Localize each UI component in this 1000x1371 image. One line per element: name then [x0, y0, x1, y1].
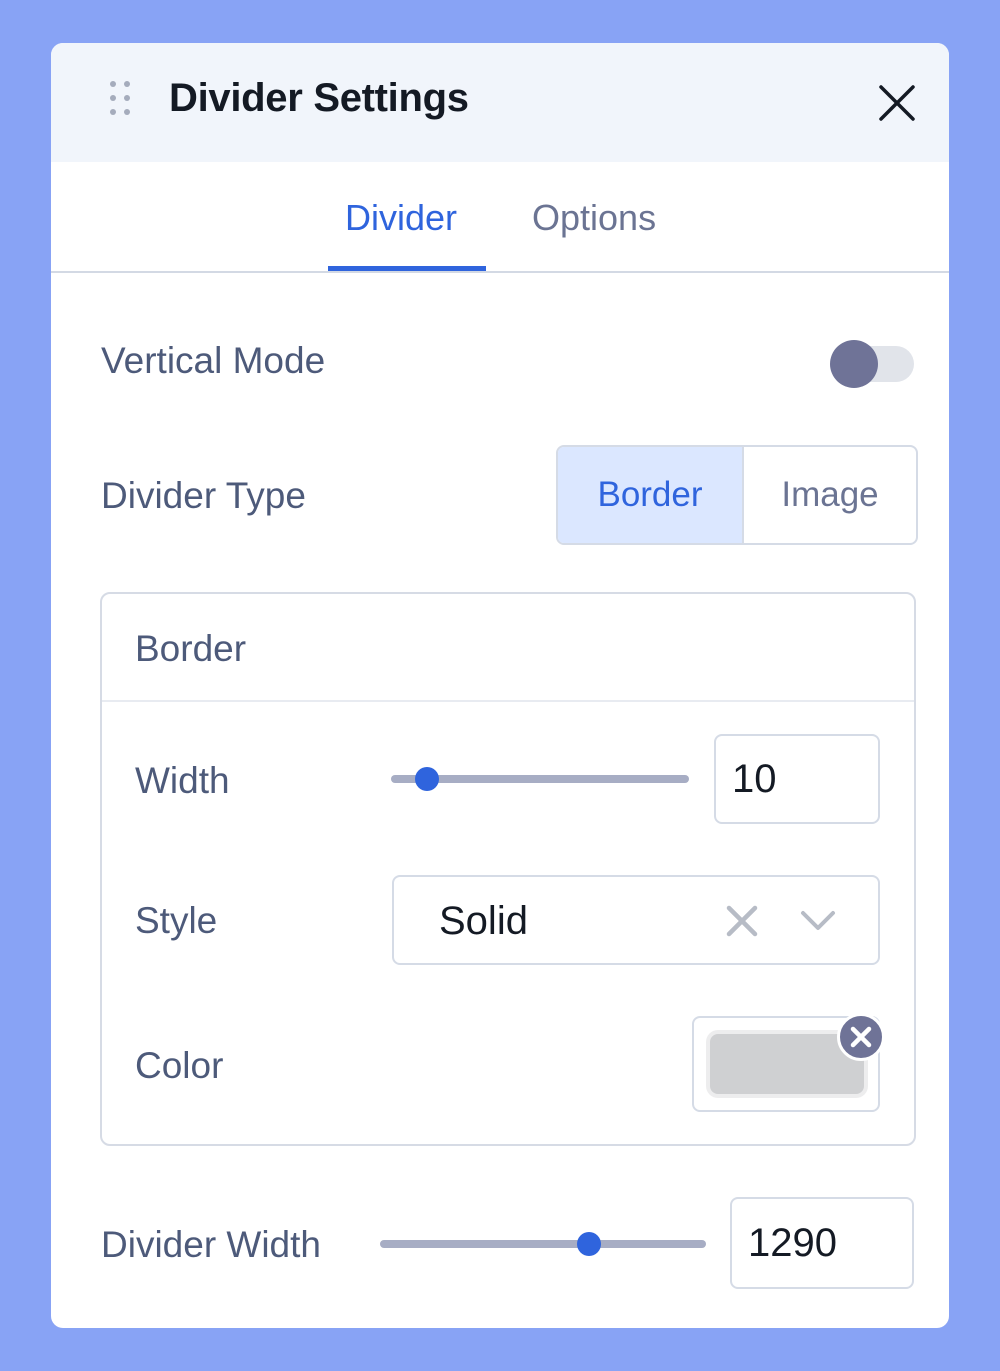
divider-type-segmented-control: Border Image — [556, 445, 918, 545]
vertical-mode-label: Vertical Mode — [101, 340, 326, 381]
chevron-down-icon[interactable] — [799, 907, 837, 935]
slider-thumb[interactable] — [576, 1232, 601, 1256]
panel-title: Divider Settings — [169, 76, 469, 120]
slider-rail — [380, 1240, 706, 1248]
divider-width-label: Divider Width — [101, 1224, 321, 1265]
border-style-label: Style — [135, 900, 218, 941]
clear-icon[interactable] — [724, 903, 760, 939]
divider-width-input[interactable] — [730, 1197, 914, 1289]
clear-color-button[interactable] — [837, 1013, 885, 1061]
border-width-label: Width — [135, 760, 230, 801]
tab-divider[interactable]: Divider — [345, 196, 457, 240]
close-button[interactable] — [875, 81, 919, 125]
divider-type-image-button[interactable]: Image — [744, 447, 916, 543]
close-icon — [879, 85, 915, 121]
slider-thumb[interactable] — [414, 767, 439, 791]
divider-type-border-button[interactable]: Border — [558, 447, 744, 543]
border-group-title: Border — [135, 628, 247, 669]
divider-type-label: Divider Type — [101, 475, 306, 516]
clear-color-icon — [850, 1026, 872, 1048]
border-width-slider[interactable] — [391, 764, 689, 794]
border-width-input[interactable] — [714, 734, 880, 824]
tab-options[interactable]: Options — [532, 196, 656, 240]
border-settings-group: Border Width Style Solid Color — [100, 592, 916, 1146]
border-style-select[interactable]: Solid — [392, 875, 880, 965]
border-color-label: Color — [135, 1045, 224, 1086]
border-group-header: Border — [102, 594, 914, 702]
drag-handle-icon[interactable] — [110, 81, 132, 117]
vertical-mode-toggle[interactable] — [830, 340, 916, 390]
divider-settings-panel: Divider Settings Divider Options Vertica… — [51, 43, 949, 1328]
border-style-value: Solid — [439, 899, 528, 943]
divider-width-slider[interactable] — [380, 1229, 706, 1259]
toggle-knob — [830, 340, 878, 388]
tab-bar: Divider Options — [51, 162, 949, 273]
panel-header: Divider Settings — [51, 43, 949, 162]
active-tab-indicator — [328, 266, 486, 271]
